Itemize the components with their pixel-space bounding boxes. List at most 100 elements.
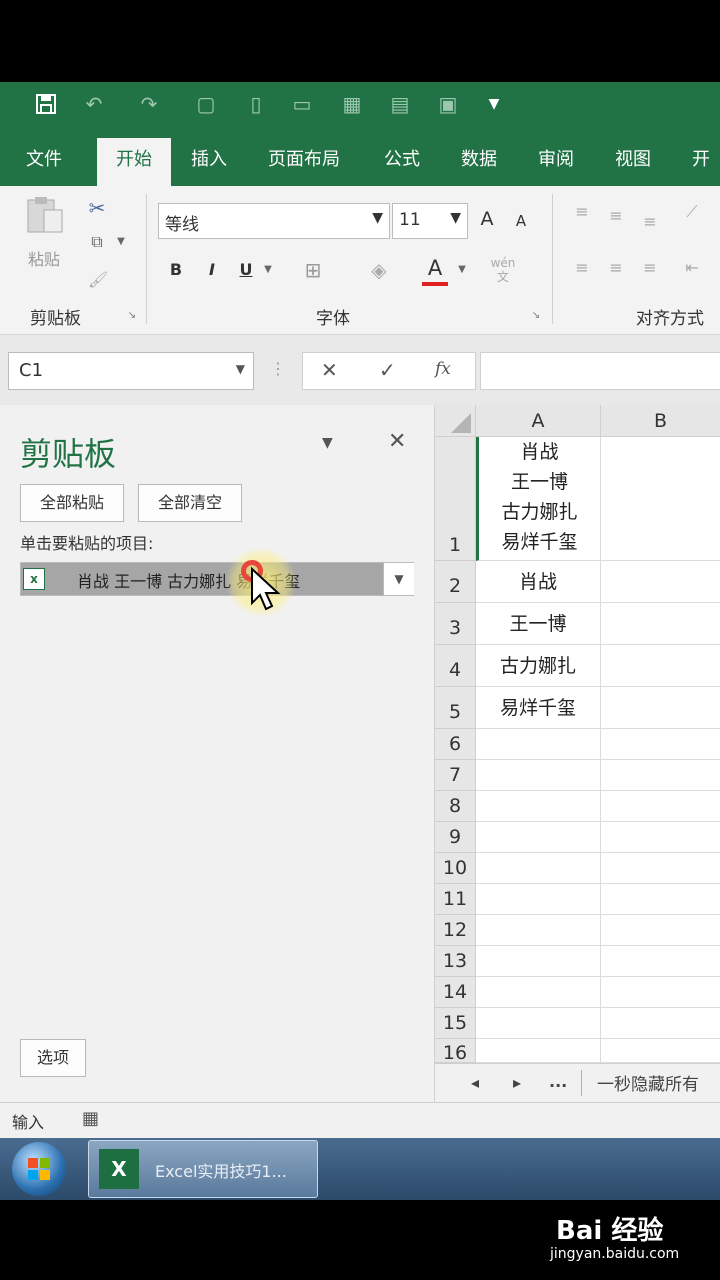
align-middle-icon[interactable]: ≡ xyxy=(606,206,626,225)
enter-icon[interactable]: ✓ xyxy=(379,358,396,382)
fill-color-icon[interactable]: ◈ xyxy=(366,258,392,282)
name-box[interactable]: C1 ▼ xyxy=(8,352,254,390)
cell-b7[interactable] xyxy=(601,760,720,791)
row-header[interactable]: 10 xyxy=(435,853,476,884)
cell-b9[interactable] xyxy=(601,822,720,853)
bold-button[interactable]: B xyxy=(166,260,186,279)
cell-a7[interactable] xyxy=(476,760,601,791)
cell-b1[interactable] xyxy=(601,437,720,561)
cell-a3[interactable]: 王一博 xyxy=(476,603,601,645)
tab-formulas[interactable]: 公式 xyxy=(384,138,420,186)
row-header[interactable]: 15 xyxy=(435,1008,476,1039)
redo-icon[interactable]: ↷ xyxy=(137,92,161,116)
underline-dropdown-icon[interactable]: ▼ xyxy=(262,264,274,275)
orientation-icon[interactable]: ⟋ xyxy=(680,202,704,222)
row-header[interactable]: 6 xyxy=(435,729,476,760)
row-header[interactable]: 16 xyxy=(435,1039,476,1064)
cell-a10[interactable] xyxy=(476,853,601,884)
print-preview-icon[interactable]: ▢ xyxy=(194,92,218,116)
new-doc-icon[interactable]: ▯ xyxy=(244,92,268,116)
table-icon[interactable]: ▦ xyxy=(340,92,364,116)
row-header[interactable]: 7 xyxy=(435,760,476,791)
align-center-icon[interactable]: ≡ xyxy=(606,258,626,277)
cell-b4[interactable] xyxy=(601,645,720,687)
select-all-corner[interactable] xyxy=(435,405,476,437)
row-header[interactable]: 13 xyxy=(435,946,476,977)
row-header[interactable]: 9 xyxy=(435,822,476,853)
paste-label[interactable]: 粘贴 xyxy=(22,246,66,270)
copy-icon[interactable]: ⧉ xyxy=(84,232,110,252)
shrink-font-icon[interactable]: A xyxy=(510,212,532,230)
row-header[interactable]: 1 xyxy=(435,437,476,561)
comment-icon[interactable]: ▭ xyxy=(290,92,314,116)
italic-button[interactable]: I xyxy=(202,260,222,279)
close-icon[interactable]: ✕ xyxy=(388,429,406,454)
cell-b15[interactable] xyxy=(601,1008,720,1039)
align-left-icon[interactable]: ≡ xyxy=(572,258,592,277)
cell-b14[interactable] xyxy=(601,977,720,1008)
sheet-more-button[interactable]: ... xyxy=(549,1072,567,1091)
insert-function-icon[interactable]: fx xyxy=(435,359,451,379)
cell-a1[interactable]: 肖战 王一博 古力娜扎 易烊千玺 xyxy=(476,437,601,561)
cell-a8[interactable] xyxy=(476,791,601,822)
cancel-icon[interactable]: ✕ xyxy=(321,358,338,382)
cell-b13[interactable] xyxy=(601,946,720,977)
row-header[interactable]: 5 xyxy=(435,687,476,729)
row-header[interactable]: 14 xyxy=(435,977,476,1008)
options-button[interactable]: 选项 xyxy=(20,1039,86,1077)
tab-file[interactable]: 文件 xyxy=(26,138,62,186)
align-top-icon[interactable]: ≡ xyxy=(572,202,592,221)
tab-home[interactable]: 开始 xyxy=(97,138,171,186)
copy-dropdown-icon[interactable]: ▼ xyxy=(114,236,128,247)
cell-a13[interactable] xyxy=(476,946,601,977)
cell-a15[interactable] xyxy=(476,1008,601,1039)
row-header[interactable]: 8 xyxy=(435,791,476,822)
cell-b5[interactable] xyxy=(601,687,720,729)
tab-view[interactable]: 视图 xyxy=(615,138,651,186)
macro-icon[interactable]: ▣ xyxy=(436,92,460,116)
clear-all-button[interactable]: 全部清空 xyxy=(138,484,242,522)
font-size-select[interactable]: 11 ▼ xyxy=(392,203,468,239)
cell-b3[interactable] xyxy=(601,603,720,645)
taskbar-excel-item[interactable]: X Excel实用技巧1... xyxy=(88,1140,318,1198)
grow-font-icon[interactable]: A xyxy=(476,208,498,230)
cell-a12[interactable] xyxy=(476,915,601,946)
row-header[interactable]: 4 xyxy=(435,645,476,687)
cell-b10[interactable] xyxy=(601,853,720,884)
undo-icon[interactable]: ↶ xyxy=(82,92,106,116)
dialog-launcher-icon[interactable]: ↘ xyxy=(530,310,542,321)
phonetic-icon[interactable]: wén 文 xyxy=(488,256,518,284)
cell-a11[interactable] xyxy=(476,884,601,915)
font-color-dropdown-icon[interactable]: ▼ xyxy=(456,264,468,275)
tab-data[interactable]: 数据 xyxy=(461,138,497,186)
cell-a5[interactable]: 易烊千玺 xyxy=(476,687,601,729)
column-header-b[interactable]: B xyxy=(601,405,720,437)
sheet-prev-icon[interactable]: ◂ xyxy=(471,1073,479,1092)
form-icon[interactable]: ▤ xyxy=(388,92,412,116)
border-icon[interactable]: ⊞ xyxy=(300,258,326,282)
align-bottom-icon[interactable]: ≡ xyxy=(640,212,660,231)
row-header[interactable]: 2 xyxy=(435,561,476,603)
save-icon[interactable] xyxy=(34,92,58,116)
tab-developer[interactable]: 开发 xyxy=(692,138,720,214)
clipboard-item[interactable]: x 肖战 王一博 古力娜扎 易烊千玺 ▼ xyxy=(20,562,414,596)
cell-a14[interactable] xyxy=(476,977,601,1008)
paste-all-button[interactable]: 全部粘贴 xyxy=(20,484,124,522)
macro-record-icon[interactable]: ▦ xyxy=(82,1108,99,1129)
font-color-icon[interactable]: A xyxy=(422,256,448,286)
indent-icon[interactable]: ⇤ xyxy=(680,258,704,277)
cell-b12[interactable] xyxy=(601,915,720,946)
cut-icon[interactable]: ✂ xyxy=(84,196,110,220)
cell-b2[interactable] xyxy=(601,561,720,603)
clipboard-paste-icon[interactable] xyxy=(22,196,66,236)
tab-page-layout[interactable]: 页面布局 xyxy=(268,138,340,186)
tab-insert[interactable]: 插入 xyxy=(191,138,227,186)
sheet-next-icon[interactable]: ▸ xyxy=(513,1073,521,1092)
row-header[interactable]: 11 xyxy=(435,884,476,915)
cell-b6[interactable] xyxy=(601,729,720,760)
align-right-icon[interactable]: ≡ xyxy=(640,258,660,277)
drag-handle-icon[interactable]: ⋮ xyxy=(270,359,286,378)
font-name-select[interactable]: 等线 ▼ xyxy=(158,203,390,239)
cell-b8[interactable] xyxy=(601,791,720,822)
formula-input[interactable] xyxy=(480,352,720,390)
